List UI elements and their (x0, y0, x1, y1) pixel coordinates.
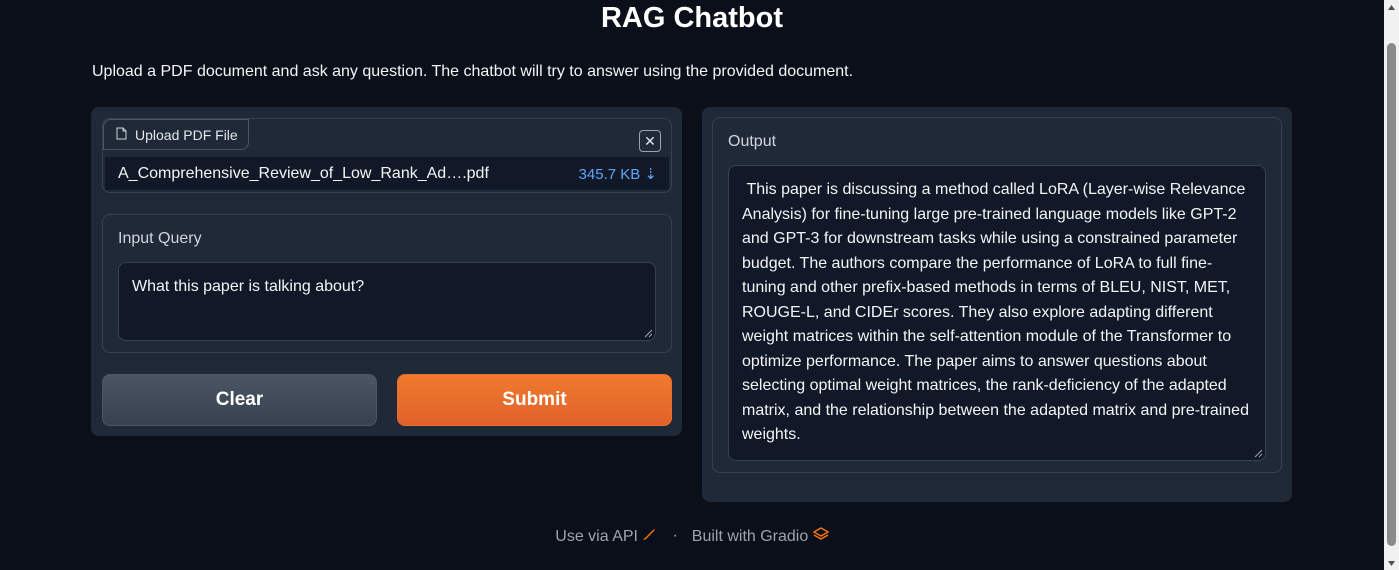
upload-label: Upload PDF File (103, 119, 249, 150)
scroll-down-icon[interactable] (1384, 556, 1399, 570)
file-name: A_Comprehensive_Review_of_Low_Rank_Ad….p… (118, 164, 489, 182)
file-icon (116, 127, 127, 143)
query-block: Input Query What this paper is talking a… (102, 214, 672, 353)
output-block: Output This paper is discussing a method… (712, 117, 1282, 473)
rocket-icon (642, 528, 658, 545)
gradio-logo-icon (812, 526, 830, 545)
upload-label-text: Upload PDF File (135, 126, 238, 143)
resize-handle-icon[interactable] (644, 329, 653, 338)
footer: Use via API · Built with Gradio (0, 525, 1384, 547)
page-description: Upload a PDF document and ask any questi… (92, 63, 854, 80)
file-download-link[interactable]: 345.7 KB ⇣ (579, 165, 657, 183)
output-label: Output (728, 133, 777, 150)
footer-separator: · (672, 527, 678, 544)
output-textarea[interactable]: This paper is discussing a method called… (728, 165, 1266, 461)
submit-button[interactable]: Submit (397, 374, 672, 426)
file-upload-block: Upload PDF File ✕ A_Comprehensive_Review… (102, 118, 672, 193)
page-title: RAG Chatbot (600, 2, 784, 34)
close-icon: ✕ (644, 132, 656, 149)
output-text: This paper is discussing a method called… (742, 181, 1254, 443)
page-scrollbar[interactable] (1384, 0, 1399, 570)
query-input-value: What this paper is talking about? (132, 278, 365, 295)
resize-handle-icon[interactable] (1254, 449, 1263, 458)
remove-file-button[interactable]: ✕ (639, 130, 661, 152)
scroll-thumb[interactable] (1387, 43, 1396, 546)
uploaded-file-row: A_Comprehensive_Review_of_Low_Rank_Ad….p… (105, 157, 669, 190)
scroll-up-icon[interactable] (1384, 0, 1399, 14)
query-label: Input Query (118, 230, 202, 247)
output-panel: Output This paper is discussing a method… (702, 107, 1292, 502)
built-with-gradio-link[interactable]: Built with Gradio (692, 526, 830, 546)
use-via-api-link[interactable]: Use via API (555, 527, 658, 546)
query-input[interactable]: What this paper is talking about? (118, 262, 656, 341)
input-panel: Upload PDF File ✕ A_Comprehensive_Review… (91, 107, 682, 436)
clear-button[interactable]: Clear (102, 374, 377, 426)
